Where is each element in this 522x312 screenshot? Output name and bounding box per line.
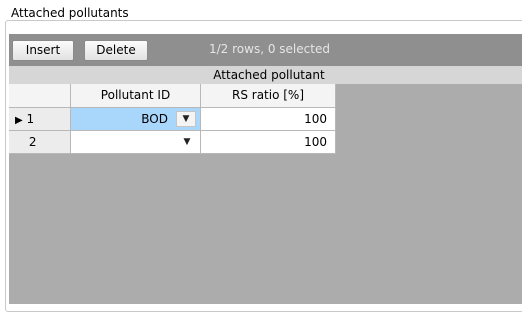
group-title: Attached pollutants (9, 6, 133, 20)
dropdown-arrow-icon[interactable]: ▼ (178, 135, 196, 149)
insert-button[interactable]: Insert (12, 40, 74, 61)
rs-ratio-cell[interactable]: 100 (201, 131, 336, 154)
rs-ratio-cell[interactable]: 100 (201, 108, 336, 131)
row-header[interactable]: 2 (9, 131, 71, 154)
grid-toolbar: Insert Delete 1/2 rows, 0 selected (9, 34, 522, 66)
row-status-text: 1/2 rows, 0 selected (209, 42, 330, 56)
column-header-pollutant-id[interactable]: Pollutant ID (71, 84, 201, 108)
delete-button[interactable]: Delete (84, 40, 148, 61)
row-number: 1 (26, 112, 35, 126)
band-header: Attached pollutant (9, 66, 522, 84)
dropdown-arrow-icon[interactable]: ▼ (176, 111, 196, 127)
pollutant-id-cell[interactable]: BOD ▼ (71, 108, 201, 131)
pollutant-id-value: BOD (141, 112, 168, 126)
row-header-corner (9, 84, 71, 108)
row-header[interactable]: ▶ 1 (9, 108, 71, 131)
current-row-indicator-icon: ▶ (15, 115, 23, 126)
column-header-rs-ratio[interactable]: RS ratio [%] (201, 84, 336, 108)
grid-panel: Insert Delete 1/2 rows, 0 selected Attac… (9, 34, 522, 304)
pollutant-id-cell[interactable]: ▼ (71, 131, 201, 154)
row-number: 2 (28, 135, 37, 149)
